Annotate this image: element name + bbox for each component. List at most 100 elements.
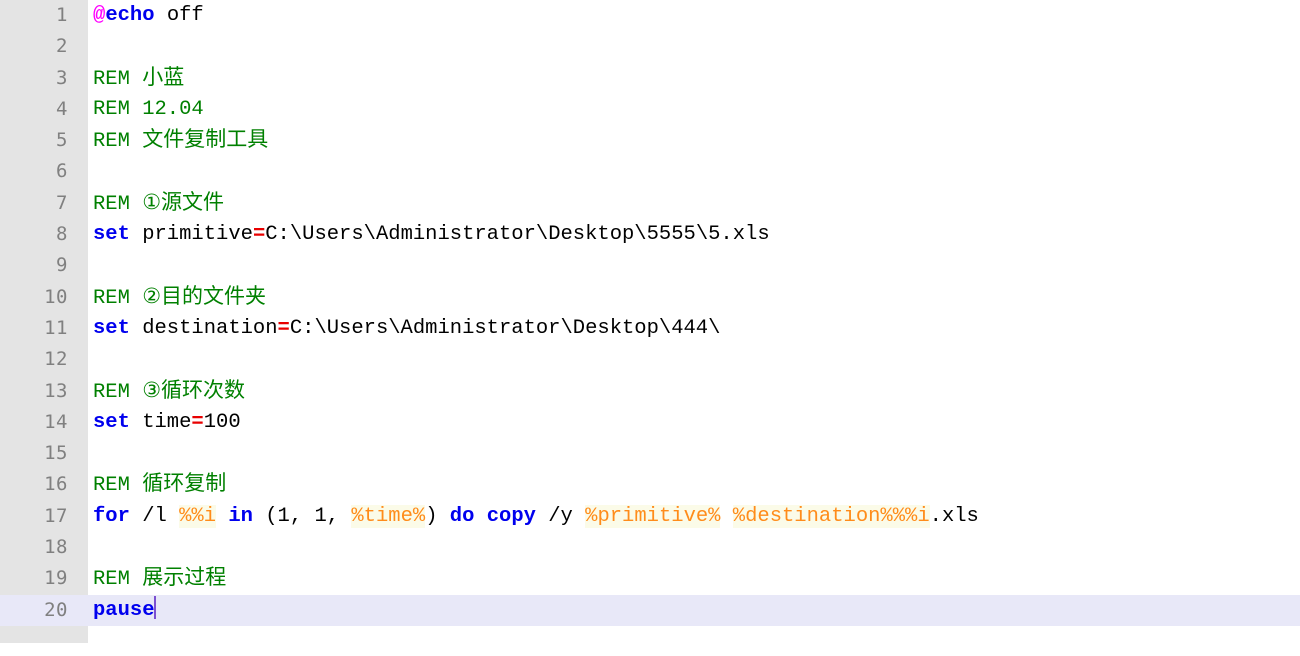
token-cmd: set <box>93 410 130 434</box>
line-number: 5 <box>56 129 68 152</box>
token-plain: C:\Users\Administrator\Desktop\444\ <box>289 316 721 340</box>
line-number: 17 <box>44 504 68 527</box>
code-line[interactable]: 8 set primitive=C:\Users\Administrator\De… <box>0 219 1300 250</box>
line-number: 15 <box>44 442 68 465</box>
line-number: 12 <box>44 348 68 371</box>
token-plain: (1, 1, <box>252 504 352 528</box>
line-number: 20 <box>44 598 68 621</box>
code-line[interactable]: 19 REM 展示过程 <box>0 563 1300 594</box>
line-number: 6 <box>56 160 68 183</box>
code-line-content[interactable]: REM ①源文件 <box>88 187 1300 220</box>
token-plain: /y <box>535 504 586 528</box>
code-line[interactable]: 6 <box>0 156 1300 187</box>
code-line[interactable]: 4 REM 12.04 <box>0 94 1300 125</box>
token-cmd: for <box>93 504 130 528</box>
code-line[interactable]: 13 REM ③循环次数 <box>0 376 1300 407</box>
code-line[interactable]: 12 <box>0 344 1300 375</box>
token-eq: = <box>191 410 204 434</box>
line-number: 18 <box>44 536 68 559</box>
token-comment: 小蓝 <box>142 64 185 89</box>
token-var: %%i <box>179 504 217 528</box>
code-line[interactable]: 9 <box>0 250 1300 281</box>
token-comment: REM <box>93 192 143 216</box>
code-line[interactable]: 15 <box>0 438 1300 469</box>
token-plain: time <box>129 410 192 434</box>
code-line[interactable]: 3 REM 小蓝 <box>0 63 1300 94</box>
code-line-content[interactable]: REM 文件复制工具 <box>88 124 1300 157</box>
token-comment: 循环复制 <box>142 471 227 496</box>
token-var: %destination%%%i <box>732 504 930 528</box>
token-cmd: in <box>228 504 253 528</box>
token-comment: REM <box>93 380 143 404</box>
code-line[interactable]: 10 REM ②目的文件夹 <box>0 282 1300 313</box>
token-plain: off <box>154 4 204 27</box>
token-cmd: do <box>449 504 475 528</box>
code-line-content[interactable]: set primitive=C:\Users\Administrator\Des… <box>88 219 1300 250</box>
code-editor[interactable]: 1 @echo off 2 3 REM 小蓝 4 REM 12.04 5 REM 文件复制工具 6… <box>0 0 1300 656</box>
line-number: 19 <box>44 567 68 590</box>
token-cmd: set <box>93 316 130 340</box>
code-line[interactable]: 1 @echo off <box>0 0 1300 31</box>
line-number: 13 <box>44 379 68 402</box>
code-line[interactable]: 2 <box>0 31 1300 62</box>
code-line-content[interactable]: for /l %%i in (1, 1, %time%) do copy /y … <box>88 501 1300 532</box>
code-line-content[interactable]: pause <box>88 595 1300 626</box>
token-plain: destination <box>129 316 278 340</box>
token-plain: /l <box>129 504 180 528</box>
token-comment: 文件复制工具 <box>142 127 269 152</box>
line-number: 8 <box>56 223 68 246</box>
text-cursor <box>153 595 156 619</box>
token-plain: primitive <box>129 223 253 247</box>
code-line-content[interactable]: set time=100 <box>88 407 1300 438</box>
code-line-content[interactable]: REM 循环复制 <box>88 468 1300 501</box>
code-line-content[interactable]: REM 小蓝 <box>88 62 1300 95</box>
token-eq: = <box>277 316 290 340</box>
token-comment: REM 12.04 <box>93 97 204 121</box>
token-plain: 100 <box>203 410 241 434</box>
line-number: 10 <box>44 285 68 308</box>
code-line[interactable]: 14 set time=100 <box>0 407 1300 438</box>
token-comment: REM <box>93 568 143 592</box>
code-line-content[interactable]: REM 12.04 <box>88 94 1300 125</box>
line-number: 16 <box>44 473 68 496</box>
token-comment: REM <box>93 474 143 498</box>
code-line-content[interactable]: REM ②目的文件夹 <box>88 281 1300 314</box>
token-comment: ③循环次数 <box>142 377 246 402</box>
code-line[interactable]: 5 REM 文件复制工具 <box>0 125 1300 156</box>
code-lines-container[interactable]: 1 @echo off 2 3 REM 小蓝 4 REM 12.04 5 REM 文件复制工具 6… <box>0 0 1300 626</box>
line-number: 9 <box>56 254 68 277</box>
token-cmd: copy <box>486 504 536 528</box>
code-line-content[interactable]: REM 展示过程 <box>88 562 1300 595</box>
token-var: %time% <box>351 504 426 528</box>
code-line[interactable]: 18 <box>0 532 1300 563</box>
token-var: %primitive% <box>585 504 721 528</box>
token-cmd: set <box>93 223 130 247</box>
code-line[interactable]: 7 REM ①源文件 <box>0 188 1300 219</box>
token-at: @ <box>93 4 106 27</box>
token-plain: .xls <box>929 504 979 528</box>
line-number: 14 <box>44 410 68 433</box>
code-line-content[interactable]: REM ③循环次数 <box>88 375 1300 408</box>
code-line-content[interactable]: set destination=C:\Users\Administrator\D… <box>88 313 1300 344</box>
token-cmd: pause <box>93 598 155 622</box>
line-number: 7 <box>56 191 68 214</box>
line-number: 2 <box>56 35 68 58</box>
token-plain: ) <box>425 504 450 528</box>
code-line[interactable]: 11 set destination=C:\Users\Administrator… <box>0 313 1300 344</box>
token-comment: ①源文件 <box>142 189 225 214</box>
token-comment: REM <box>93 286 143 310</box>
token-plain: C:\Users\Administrator\Desktop\5555\5.xl… <box>265 223 770 247</box>
token-comment: REM <box>93 130 143 154</box>
code-line[interactable]: 20 pause <box>0 594 1300 626</box>
token-comment: REM <box>93 67 143 91</box>
token-eq: = <box>252 223 266 247</box>
line-number: 1 <box>56 4 68 26</box>
code-line[interactable]: 17 for /l %%i in (1, 1, %time%) do copy /… <box>0 501 1300 532</box>
code-line-content[interactable]: @echo off <box>88 0 1300 31</box>
line-number: 11 <box>44 316 68 339</box>
line-number: 3 <box>56 66 68 89</box>
code-line[interactable]: 16 REM 循环复制 <box>0 469 1300 500</box>
